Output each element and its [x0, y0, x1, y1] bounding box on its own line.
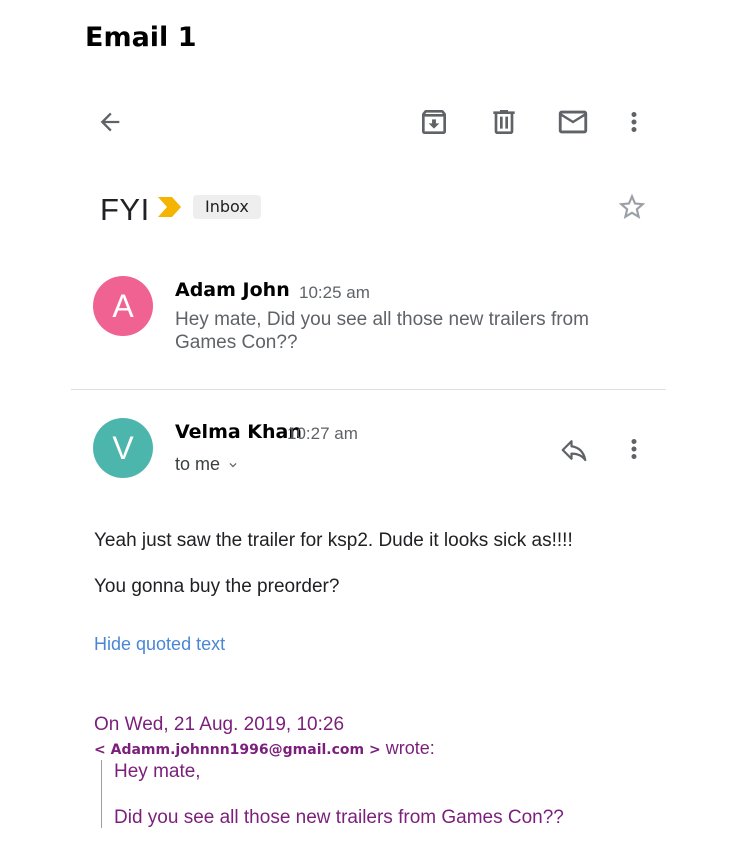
quote-header: On Wed, 21 Aug. 2019, 10:26	[94, 714, 345, 735]
avatar: V	[93, 418, 153, 478]
avatar-initial: A	[112, 287, 134, 324]
message-body-line: You gonna buy the preorder?	[94, 576, 340, 597]
page-heading: Email 1	[85, 22, 197, 53]
hide-quoted-text-link[interactable]: Hide quoted text	[94, 634, 225, 655]
quote-email[interactable]: < Adamm.johnnn1996@gmail.com >	[94, 742, 381, 758]
message-divider	[71, 389, 666, 390]
quote-bar	[101, 760, 102, 828]
avatar-initial: V	[112, 429, 134, 466]
message-time: 10:27 am	[287, 424, 358, 443]
message-body-line: Yeah just saw the trailer for ksp2. Dude…	[94, 530, 573, 551]
delete-icon[interactable]	[485, 103, 523, 141]
archive-icon[interactable]	[415, 103, 453, 141]
message-time: 10:25 am	[299, 283, 370, 302]
chevron-down-icon	[229, 462, 237, 467]
mail-icon[interactable]	[554, 103, 592, 141]
message-more-vert-icon[interactable]	[618, 430, 650, 468]
message-snippet[interactable]: Hey mate, Did you see all those new trai…	[175, 308, 645, 354]
quote-wrote: wrote:	[380, 738, 435, 758]
more-vert-icon[interactable]	[618, 103, 650, 141]
inbox-label-chip[interactable]: Inbox	[193, 195, 261, 219]
sender-name: Velma Khan	[175, 421, 302, 443]
quoted-line: Did you see all those new trailers from …	[114, 807, 564, 828]
email-subject: FYI	[100, 192, 150, 227]
quoted-line: Hey mate,	[114, 761, 201, 782]
recipient-details-toggle[interactable]: to me	[175, 454, 240, 475]
importance-marker-icon[interactable]	[156, 196, 182, 218]
back-arrow-icon[interactable]	[92, 104, 128, 140]
star-icon[interactable]	[614, 189, 650, 225]
recipient-label: to me	[175, 454, 221, 474]
sender-name: Adam John	[175, 279, 290, 301]
reply-icon[interactable]	[556, 432, 592, 468]
quote-attribution: < Adamm.johnnn1996@gmail.com > wrote:	[94, 738, 435, 759]
avatar: A	[93, 276, 153, 336]
